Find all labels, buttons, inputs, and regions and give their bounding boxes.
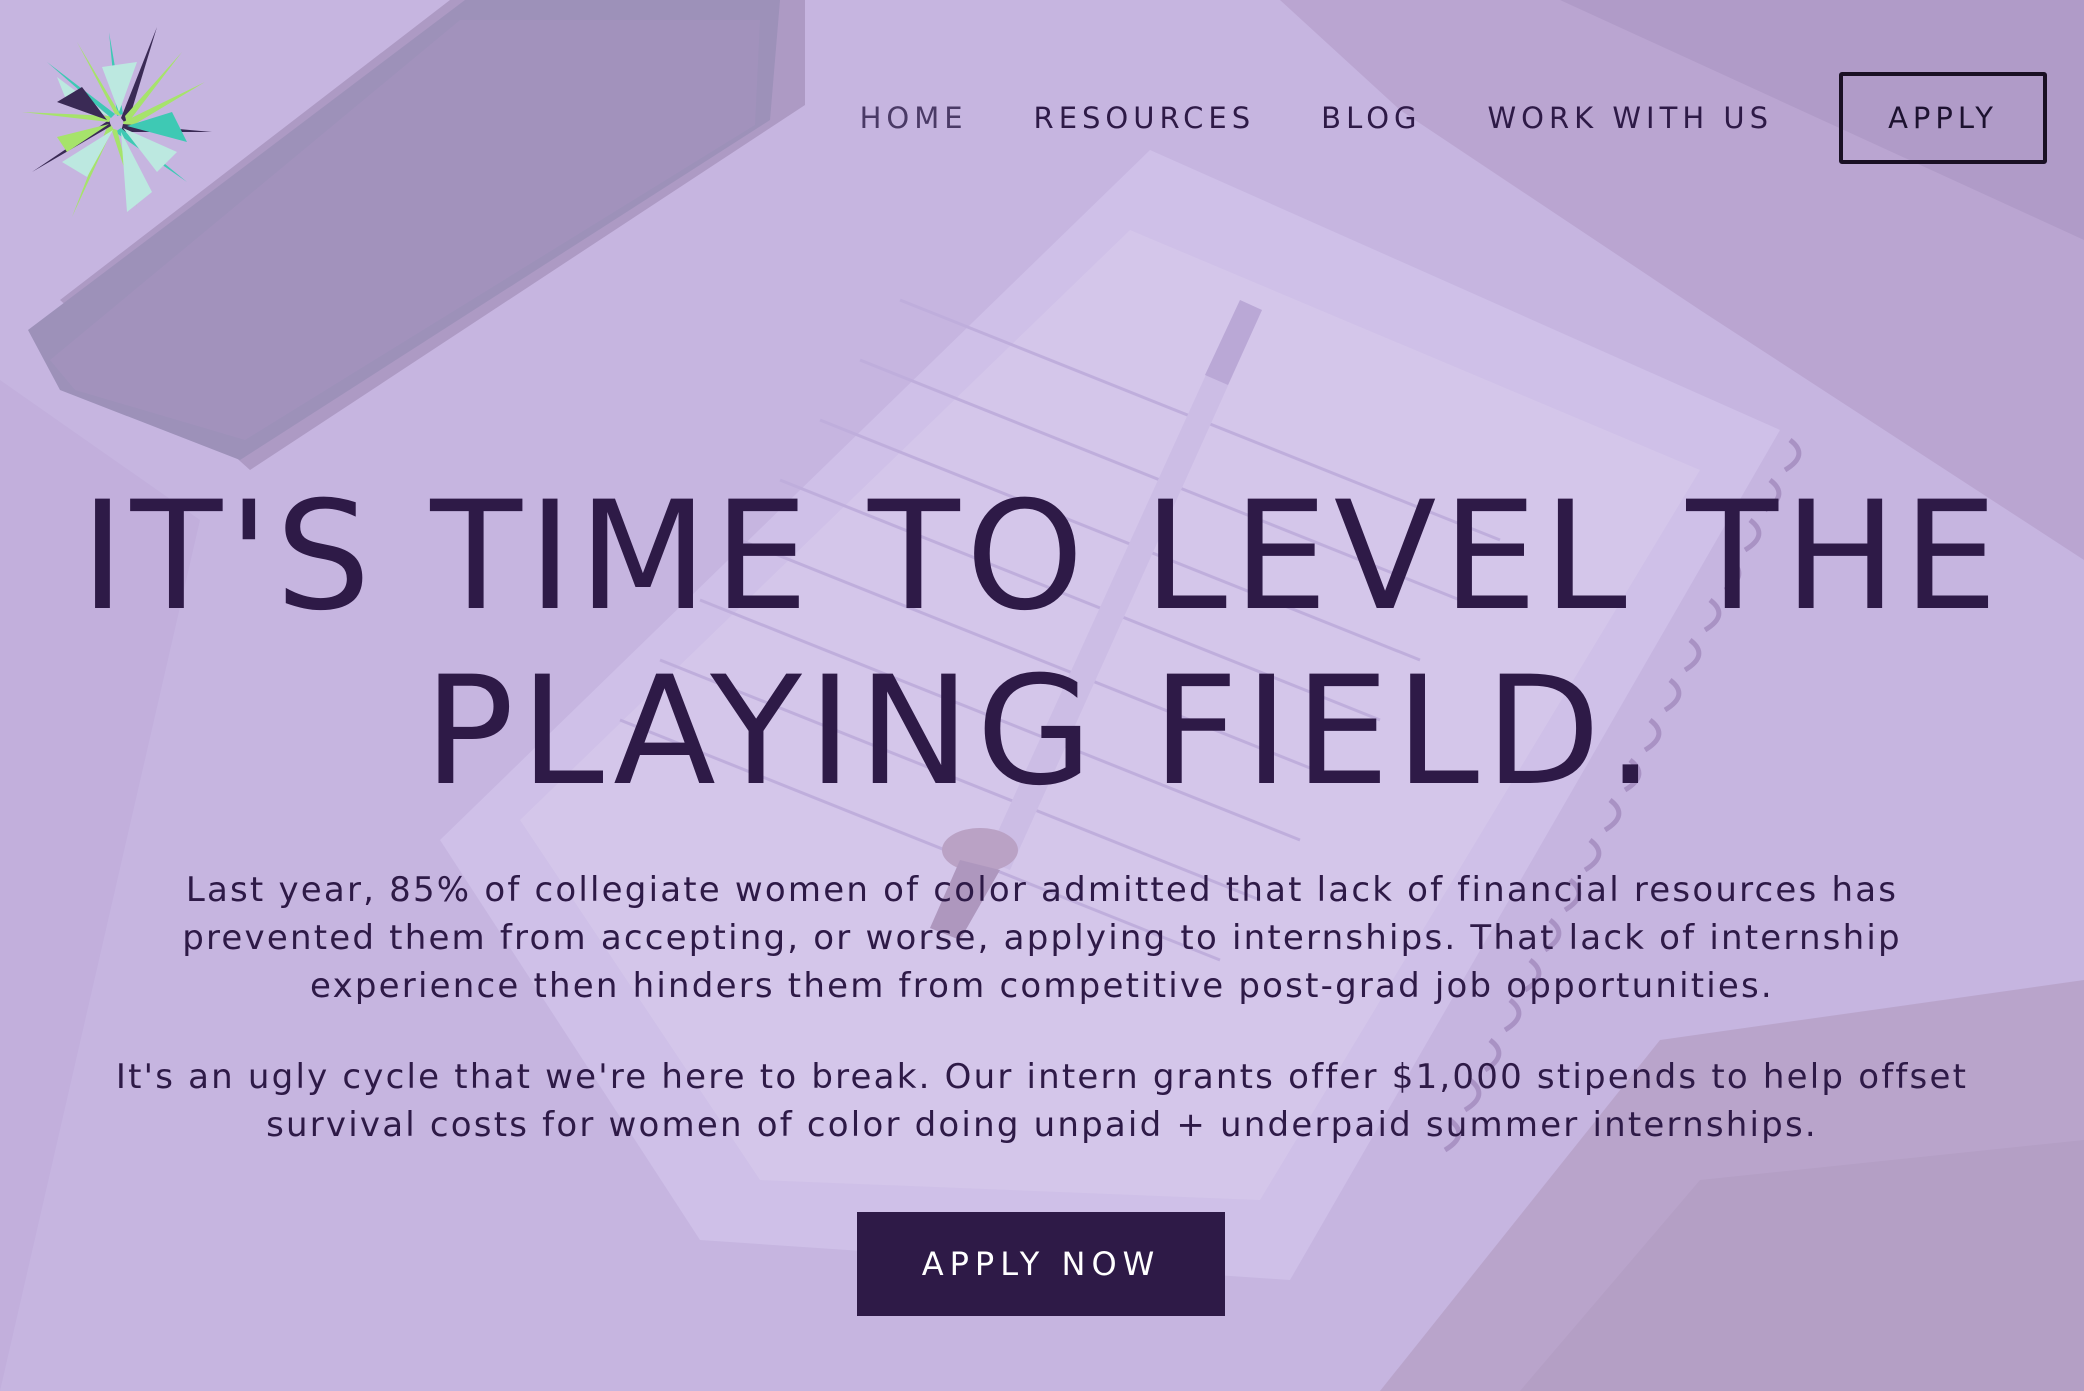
starburst-logo-icon[interactable] [22,10,212,232]
nav-home-link[interactable]: HOME [860,101,968,135]
headline-line-2: PLAYING FIELD. [423,645,1661,819]
apply-now-button[interactable]: APPLY NOW [857,1212,1225,1316]
hero-paragraph-statistics: Last year, 85% of collegiate women of co… [182,870,1902,1006]
nav-blog-link[interactable]: BLOG [1321,101,1421,135]
nav-resources-link[interactable]: RESOURCES [1034,101,1256,135]
hero-headline: IT'S TIME TO LEVEL THE PLAYING FIELD. [0,470,2084,820]
main-nav: HOME RESOURCES BLOG WORK WITH US APPLY [860,72,2047,164]
hero-paragraph-mission: It's an ugly cycle that we're here to br… [115,1057,1969,1145]
nav-apply-button[interactable]: APPLY [1839,72,2047,164]
hero-section: HOME RESOURCES BLOG WORK WITH US APPLY I… [0,0,2084,1391]
headline-line-1: IT'S TIME TO LEVEL THE [80,470,2004,644]
nav-work-with-us-link[interactable]: WORK WITH US [1488,101,1774,135]
